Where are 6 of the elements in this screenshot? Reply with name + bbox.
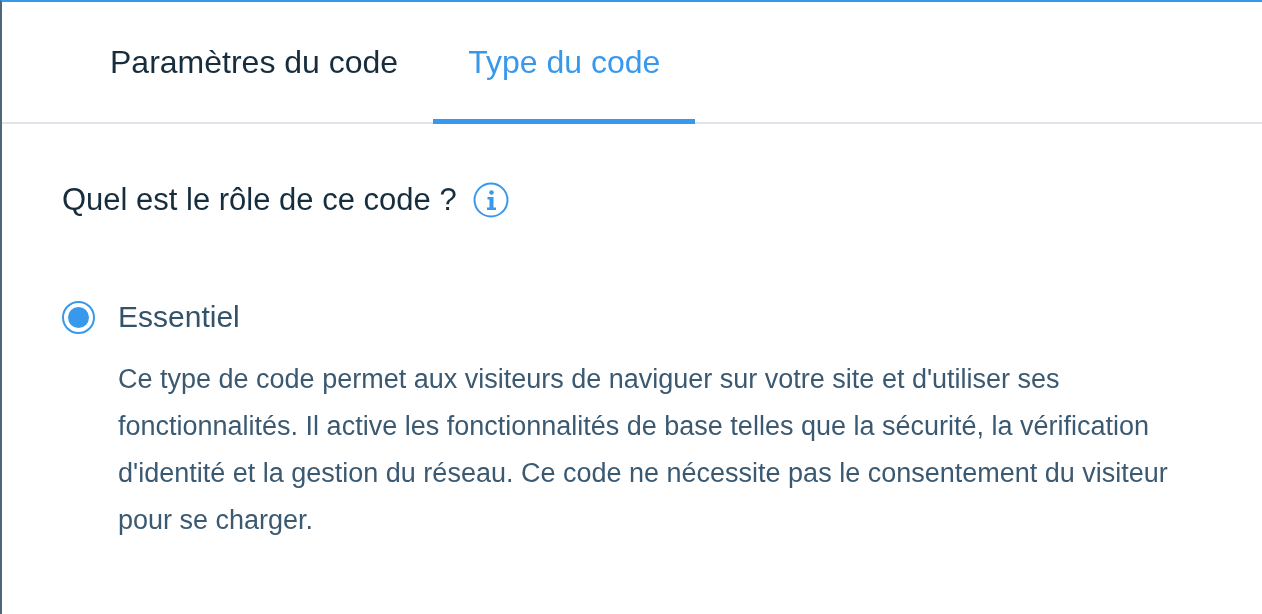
question-text: Quel est le rôle de ce code ? [62,182,457,218]
option-label[interactable]: Essentiel [118,300,240,334]
info-icon[interactable] [472,182,509,218]
tab[interactable]: Paramètres du code [75,2,434,124]
option-description: Ce type de code permet aux visiteurs de naviguer sur votre site et d'utiliser ses fonctionnalités. Il active les fonctionnalités de base telles que la sécurité, la vérification d'identité et la gestion du réseau. Ce code ne nécessite pas le consentement du visiteur pour se charger. [118,363,1169,537]
radio-button[interactable] [62,300,95,334]
